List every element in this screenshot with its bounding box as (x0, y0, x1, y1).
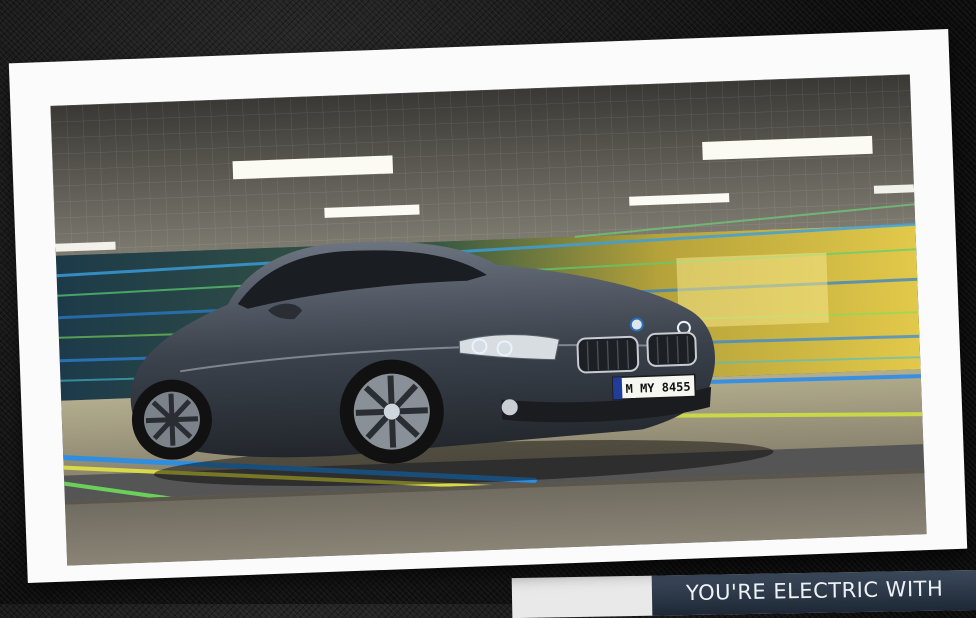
display-base (64, 469, 927, 566)
ceiling-grid (50, 74, 916, 256)
license-plate-text: M MY 8455 (625, 380, 691, 396)
bmw-logo (629, 317, 644, 332)
car-photo: M MY 8455 (50, 74, 927, 566)
ceiling-light (873, 184, 915, 194)
car-scene: M MY 8455 (50, 74, 927, 566)
photo-print: M MY 8455 (8, 28, 968, 584)
ad-card-headline: YOU'RE ELECTRIC WITH (685, 576, 944, 606)
bmw-ad-card: YOU'RE ELECTRIC WITH (511, 569, 976, 618)
